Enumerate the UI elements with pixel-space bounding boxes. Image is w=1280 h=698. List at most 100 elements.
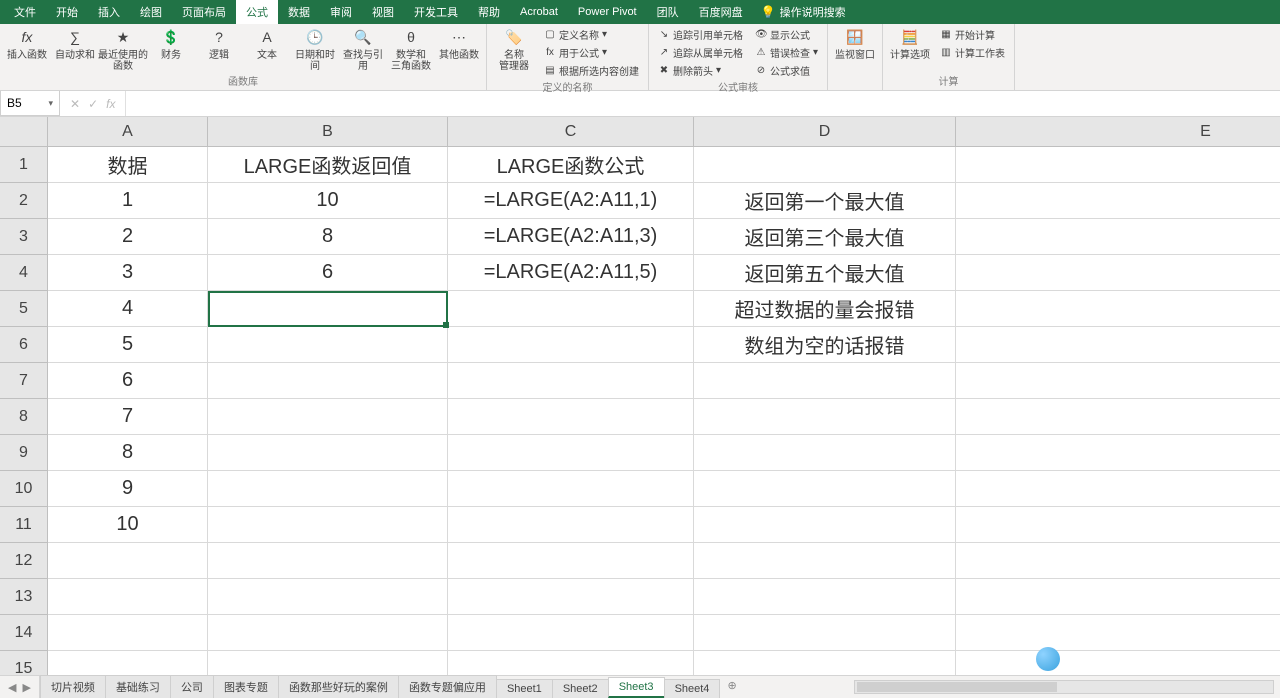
cell-C13[interactable]: [448, 579, 694, 615]
cell-C15[interactable]: [448, 651, 694, 675]
cell-D11[interactable]: [694, 507, 956, 543]
calculation-options-button[interactable]: 🧮 计算选项: [889, 26, 931, 61]
cell-B4[interactable]: 6: [208, 255, 448, 291]
cell-E8[interactable]: [956, 399, 1280, 435]
autosum-button[interactable]: ∑ 自动求和: [54, 26, 96, 61]
column-header-B[interactable]: B: [208, 117, 448, 147]
cell-E5[interactable]: [956, 291, 1280, 327]
evaluate-formula-button[interactable]: ⊘公式求值: [752, 62, 821, 79]
cell-D3[interactable]: 返回第三个最大值: [694, 219, 956, 255]
cell-B8[interactable]: [208, 399, 448, 435]
column-header-E[interactable]: E: [956, 117, 1280, 147]
tab-review[interactable]: 审阅: [320, 0, 362, 24]
tab-help[interactable]: 帮助: [468, 0, 510, 24]
row-header-2[interactable]: 2: [0, 183, 48, 219]
cell-A3[interactable]: 2: [48, 219, 208, 255]
add-sheet-button[interactable]: ⊕: [719, 676, 744, 698]
cell-D12[interactable]: [694, 543, 956, 579]
row-header-10[interactable]: 10: [0, 471, 48, 507]
cell-B9[interactable]: [208, 435, 448, 471]
cell-B2[interactable]: 10: [208, 183, 448, 219]
cell-A11[interactable]: 10: [48, 507, 208, 543]
cell-B12[interactable]: [208, 543, 448, 579]
cell-C6[interactable]: [448, 327, 694, 363]
define-name-button[interactable]: ▢定义名称 ▾: [541, 26, 642, 43]
datetime-button[interactable]: 🕒 日期和时间: [294, 26, 336, 72]
show-formulas-button[interactable]: 👁显示公式: [752, 26, 821, 43]
row-header-1[interactable]: 1: [0, 147, 48, 183]
more-functions-button[interactable]: ⋯ 其他函数: [438, 26, 480, 61]
cell-C2[interactable]: =LARGE(A2:A11,1): [448, 183, 694, 219]
cell-C12[interactable]: [448, 543, 694, 579]
cell-C10[interactable]: [448, 471, 694, 507]
insert-function-button[interactable]: fx 插入函数: [6, 26, 48, 61]
sheet-tab-函数专题偏应用[interactable]: 函数专题偏应用: [398, 675, 497, 698]
watch-window-button[interactable]: 🪟 监视窗口: [834, 26, 876, 61]
cell-E3[interactable]: [956, 219, 1280, 255]
cell-E12[interactable]: [956, 543, 1280, 579]
sheet-nav-prev-icon[interactable]: ◀: [8, 681, 16, 694]
tab-powerpivot[interactable]: Power Pivot: [568, 2, 647, 22]
cell-A1[interactable]: 数据: [48, 147, 208, 183]
scrollbar-thumb[interactable]: [857, 682, 1057, 692]
cell-A8[interactable]: 7: [48, 399, 208, 435]
cancel-icon[interactable]: ✕: [70, 97, 80, 111]
sheet-nav-next-icon[interactable]: ▶: [22, 681, 30, 694]
cell-A13[interactable]: [48, 579, 208, 615]
cell-D2[interactable]: 返回第一个最大值: [694, 183, 956, 219]
cell-A6[interactable]: 5: [48, 327, 208, 363]
cell-D7[interactable]: [694, 363, 956, 399]
error-checking-button[interactable]: ⚠错误检查 ▾: [752, 44, 821, 61]
tab-data[interactable]: 数据: [278, 0, 320, 24]
remove-arrows-button[interactable]: ✖删除箭头 ▾: [655, 62, 746, 79]
tab-layout[interactable]: 页面布局: [172, 0, 236, 24]
enter-icon[interactable]: ✓: [88, 97, 98, 111]
cell-A9[interactable]: 8: [48, 435, 208, 471]
cell-E10[interactable]: [956, 471, 1280, 507]
cell-A15[interactable]: [48, 651, 208, 675]
cell-D15[interactable]: [694, 651, 956, 675]
row-header-15[interactable]: 15: [0, 651, 48, 675]
sheet-tab-函数那些好玩的案例[interactable]: 函数那些好玩的案例: [278, 675, 399, 698]
use-in-formula-button[interactable]: fx用于公式 ▾: [541, 44, 642, 61]
sheet-tab-切片视频[interactable]: 切片视频: [40, 675, 106, 698]
name-manager-button[interactable]: 🏷️ 名称 管理器: [493, 26, 535, 72]
cell-D5[interactable]: 超过数据的量会报错: [694, 291, 956, 327]
sheet-tab-Sheet3[interactable]: Sheet3: [608, 677, 665, 698]
cell-D10[interactable]: [694, 471, 956, 507]
worksheet-grid[interactable]: ABCDE 123456789101112131415 数据LARGE函数返回值…: [0, 117, 1280, 675]
tab-formulas[interactable]: 公式: [236, 0, 278, 24]
cell-E4[interactable]: [956, 255, 1280, 291]
cell-E7[interactable]: [956, 363, 1280, 399]
column-header-C[interactable]: C: [448, 117, 694, 147]
cell-E1[interactable]: [956, 147, 1280, 183]
sheet-tab-公司[interactable]: 公司: [170, 675, 214, 698]
tab-baidunetdisk[interactable]: 百度网盘: [689, 0, 753, 24]
row-header-12[interactable]: 12: [0, 543, 48, 579]
tab-file[interactable]: 文件: [4, 0, 46, 24]
cell-C9[interactable]: [448, 435, 694, 471]
cell-A14[interactable]: [48, 615, 208, 651]
cell-C11[interactable]: [448, 507, 694, 543]
row-header-6[interactable]: 6: [0, 327, 48, 363]
sheet-tab-Sheet1[interactable]: Sheet1: [496, 679, 553, 698]
cell-C14[interactable]: [448, 615, 694, 651]
tab-dev[interactable]: 开发工具: [404, 0, 468, 24]
trace-dependents-button[interactable]: ↗追踪从属单元格: [655, 44, 746, 61]
cell-B13[interactable]: [208, 579, 448, 615]
cell-D1[interactable]: [694, 147, 956, 183]
cell-E2[interactable]: [956, 183, 1280, 219]
cell-C8[interactable]: [448, 399, 694, 435]
cell-B11[interactable]: [208, 507, 448, 543]
select-all-corner[interactable]: [0, 117, 48, 147]
cell-B14[interactable]: [208, 615, 448, 651]
cell-E15[interactable]: [956, 651, 1280, 675]
tab-acrobat[interactable]: Acrobat: [510, 2, 568, 22]
sheet-tab-Sheet4[interactable]: Sheet4: [664, 679, 721, 698]
cell-E13[interactable]: [956, 579, 1280, 615]
column-header-A[interactable]: A: [48, 117, 208, 147]
row-header-11[interactable]: 11: [0, 507, 48, 543]
cell-E11[interactable]: [956, 507, 1280, 543]
calculate-now-button[interactable]: ▦开始计算: [937, 26, 1008, 43]
create-from-selection-button[interactable]: ▤根据所选内容创建: [541, 62, 642, 79]
